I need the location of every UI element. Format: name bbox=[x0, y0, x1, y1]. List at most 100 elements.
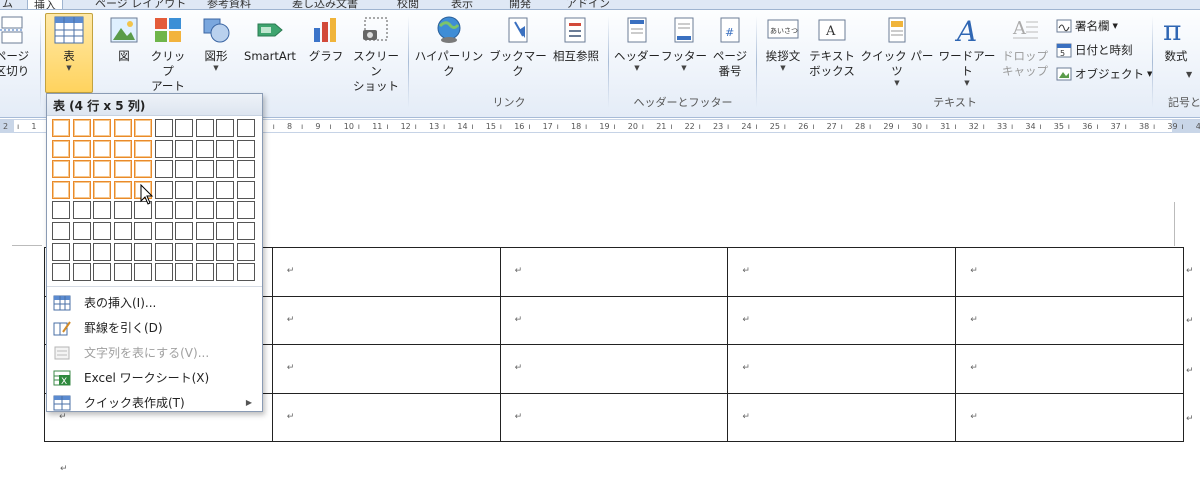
signature-line-button[interactable]: 署名欄 ▼ bbox=[1056, 18, 1118, 34]
grid-cell[interactable] bbox=[134, 139, 152, 158]
grid-cell[interactable] bbox=[93, 180, 111, 199]
insert-table-menu-item[interactable]: 表の挿入(I)... bbox=[47, 290, 262, 315]
grid-cell[interactable] bbox=[236, 222, 255, 240]
tab-insert[interactable]: 挿入 bbox=[27, 0, 63, 9]
grid-cell[interactable] bbox=[52, 263, 70, 282]
chart-button[interactable]: グラフ bbox=[306, 14, 346, 64]
table-cell[interactable]: ↵ bbox=[271, 295, 501, 345]
table-cell[interactable]: ↵ bbox=[955, 247, 1184, 297]
grid-cell[interactable] bbox=[72, 160, 91, 179]
grid-cell[interactable] bbox=[134, 119, 152, 137]
tab-mailings[interactable]: 差し込み文書 bbox=[292, 0, 358, 9]
tab-page-layout[interactable]: ページ レイアウト bbox=[95, 0, 186, 9]
grid-cell[interactable] bbox=[113, 263, 132, 282]
bookmark-button[interactable]: ブックマーク bbox=[487, 14, 549, 79]
grid-cell[interactable] bbox=[236, 201, 255, 220]
table-cell[interactable]: ↵ bbox=[955, 392, 1184, 442]
tab-home[interactable]: ム bbox=[2, 0, 13, 9]
grid-cell[interactable] bbox=[52, 160, 70, 179]
table-cell[interactable]: ↵ bbox=[727, 392, 957, 442]
grid-cell[interactable] bbox=[93, 201, 111, 220]
table-cell[interactable]: ↵ bbox=[499, 392, 729, 442]
grid-cell[interactable] bbox=[236, 263, 255, 282]
page-break-button[interactable]: ページ 区切り bbox=[0, 14, 34, 79]
table-button[interactable]: 表 ▼ bbox=[45, 13, 93, 93]
grid-cell[interactable] bbox=[134, 222, 152, 240]
grid-cell[interactable] bbox=[72, 139, 91, 158]
grid-cell[interactable] bbox=[236, 180, 255, 199]
table-cell[interactable]: ↵ bbox=[499, 247, 729, 297]
grid-cell[interactable] bbox=[175, 222, 193, 240]
grid-cell[interactable] bbox=[93, 263, 111, 282]
grid-cell[interactable] bbox=[52, 119, 70, 137]
grid-cell[interactable] bbox=[216, 242, 234, 261]
excel-worksheet-menu-item[interactable]: X Excel ワークシート(X) bbox=[47, 365, 262, 390]
grid-cell[interactable] bbox=[72, 180, 91, 199]
grid-cell[interactable] bbox=[154, 242, 173, 261]
grid-cell[interactable] bbox=[175, 160, 193, 179]
grid-cell[interactable] bbox=[113, 201, 132, 220]
grid-cell[interactable] bbox=[195, 180, 214, 199]
grid-cell[interactable] bbox=[195, 201, 214, 220]
table-cell[interactable]: ↵ bbox=[271, 344, 501, 394]
grid-cell[interactable] bbox=[93, 160, 111, 179]
grid-cell[interactable] bbox=[72, 201, 91, 220]
grid-cell[interactable] bbox=[216, 119, 234, 137]
grid-cell[interactable] bbox=[175, 180, 193, 199]
grid-cell[interactable] bbox=[154, 263, 173, 282]
equation-button[interactable]: π 数式 bbox=[1156, 14, 1196, 64]
grid-cell[interactable] bbox=[113, 139, 132, 158]
grid-cell[interactable] bbox=[195, 222, 214, 240]
grid-cell[interactable] bbox=[236, 242, 255, 261]
grid-cell[interactable] bbox=[93, 119, 111, 137]
greeting-button[interactable]: あいさつ 挨拶文 ▼ bbox=[760, 14, 806, 73]
screenshot-button[interactable]: スクリーン ショット bbox=[348, 14, 404, 94]
grid-cell[interactable] bbox=[236, 119, 255, 137]
object-button[interactable]: オブジェクト ▼ bbox=[1056, 66, 1152, 82]
wordart-button[interactable]: A ワードアート ▼ bbox=[934, 14, 1000, 88]
footer-button[interactable]: フッター ▼ bbox=[660, 14, 708, 73]
grid-cell[interactable] bbox=[175, 201, 193, 220]
table-cell[interactable]: ↵ bbox=[271, 392, 501, 442]
table-cell[interactable]: ↵ bbox=[499, 344, 729, 394]
grid-cell[interactable] bbox=[216, 201, 234, 220]
tab-view[interactable]: 表示 bbox=[451, 0, 473, 9]
grid-cell[interactable] bbox=[52, 222, 70, 240]
tab-addins[interactable]: アドイン bbox=[566, 0, 610, 9]
draw-table-menu-item[interactable]: 罫線を引く(D) bbox=[47, 315, 262, 340]
grid-cell[interactable] bbox=[52, 139, 70, 158]
grid-cell[interactable] bbox=[195, 263, 214, 282]
smartart-button[interactable]: SmartArt bbox=[238, 14, 302, 64]
grid-cell[interactable] bbox=[216, 160, 234, 179]
grid-cell[interactable] bbox=[72, 242, 91, 261]
tab-references[interactable]: 参考資料 bbox=[207, 0, 251, 9]
grid-cell[interactable] bbox=[216, 180, 234, 199]
drop-cap-button[interactable]: A ドロップ キャップ bbox=[1000, 14, 1050, 79]
scroll-down-caret[interactable]: ▼ bbox=[1186, 70, 1192, 79]
tab-developer[interactable]: 開発 bbox=[509, 0, 531, 9]
cross-reference-button[interactable]: 相互参照 bbox=[548, 14, 604, 64]
grid-cell[interactable] bbox=[72, 222, 91, 240]
table-cell[interactable]: ↵ bbox=[727, 344, 957, 394]
quick-tables-menu-item[interactable]: クイック表作成(T) ▶ bbox=[47, 390, 262, 415]
grid-cell[interactable] bbox=[175, 263, 193, 282]
grid-cell[interactable] bbox=[175, 119, 193, 137]
header-button[interactable]: ヘッダー ▼ bbox=[612, 14, 662, 73]
grid-cell[interactable] bbox=[195, 242, 214, 261]
grid-cell[interactable] bbox=[113, 222, 132, 240]
grid-cell[interactable] bbox=[154, 222, 173, 240]
hyperlink-button[interactable]: ハイパーリンク bbox=[412, 14, 486, 79]
grid-cell[interactable] bbox=[216, 263, 234, 282]
grid-cell[interactable] bbox=[113, 180, 132, 199]
clipart-button[interactable]: クリップ アート bbox=[146, 14, 190, 94]
table-cell[interactable]: ↵ bbox=[499, 295, 729, 345]
grid-cell[interactable] bbox=[113, 242, 132, 261]
text-to-table-menu-item[interactable]: 文字列を表にする(V)... bbox=[47, 340, 262, 365]
grid-cell[interactable] bbox=[113, 160, 132, 179]
table-cell[interactable]: ↵ bbox=[955, 344, 1184, 394]
grid-cell[interactable] bbox=[154, 160, 173, 179]
grid-cell[interactable] bbox=[236, 160, 255, 179]
grid-cell[interactable] bbox=[154, 119, 173, 137]
table-cell[interactable]: ↵ bbox=[727, 247, 957, 297]
grid-cell[interactable] bbox=[154, 201, 173, 220]
